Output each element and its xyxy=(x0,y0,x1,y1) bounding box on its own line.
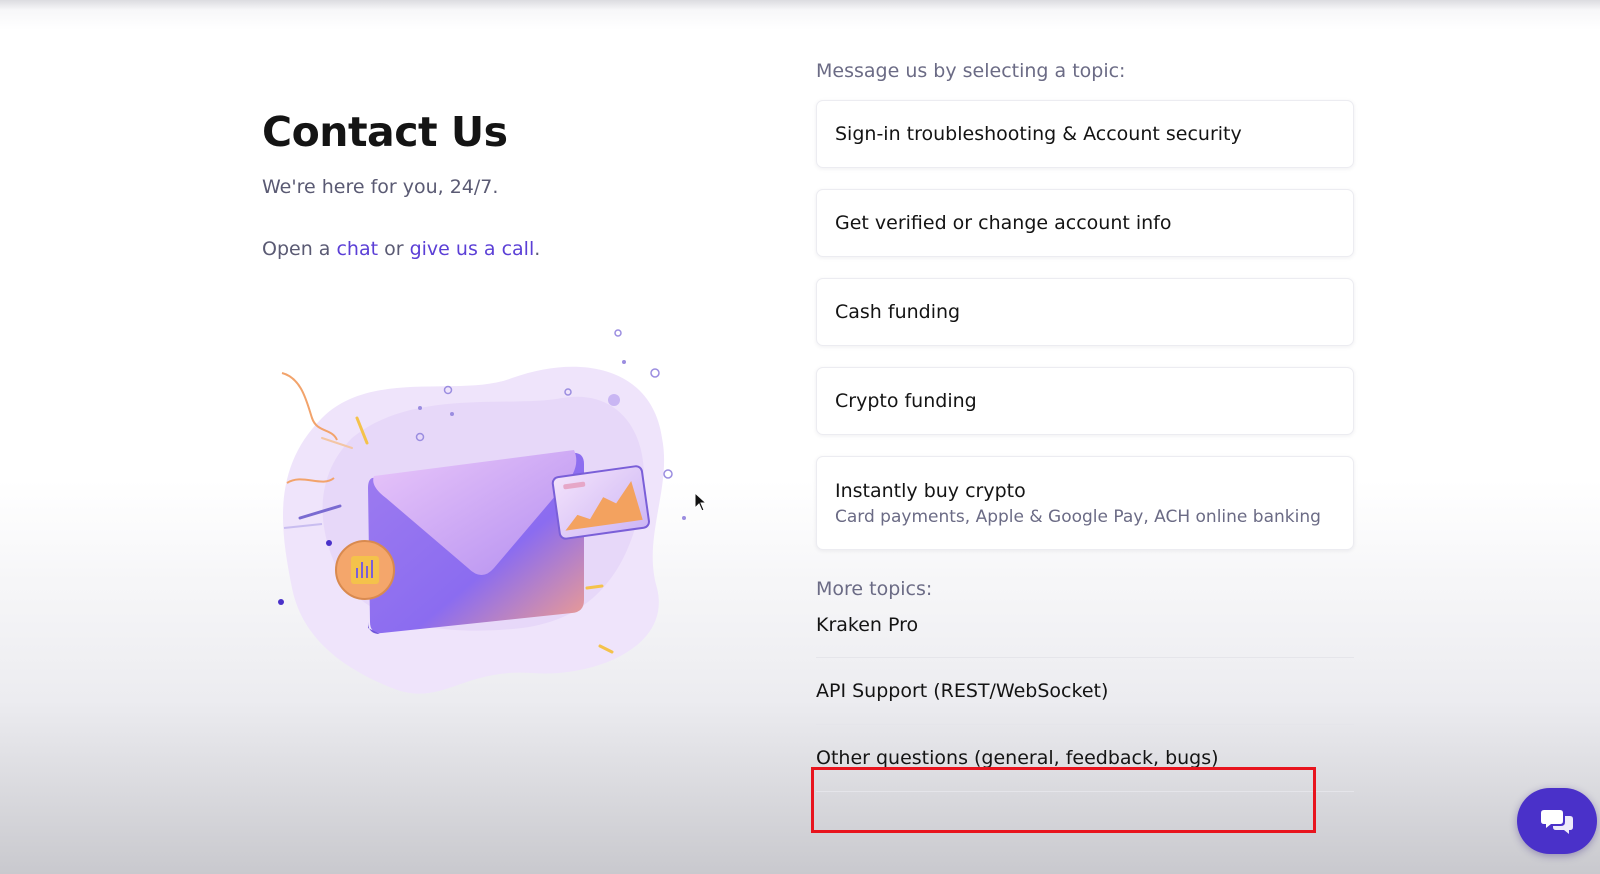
topic-card-title: Crypto funding xyxy=(835,390,977,412)
contact-prefix-text: Open a xyxy=(262,238,337,260)
envelope-illustration xyxy=(278,329,686,694)
contact-middle-text: or xyxy=(378,238,410,260)
topic-card-cash-funding[interactable]: Cash funding xyxy=(816,278,1354,346)
chat-fab-button[interactable] xyxy=(1517,788,1597,854)
more-topic-other-questions[interactable]: Other questions (general, feedback, bugs… xyxy=(816,725,1354,792)
chat-bubbles-icon xyxy=(1541,810,1573,834)
chart-badge xyxy=(335,540,395,600)
call-link[interactable]: give us a call xyxy=(410,238,535,260)
stat-card xyxy=(551,465,650,540)
contact-header: Contact Us We're here for you, 24/7. Ope… xyxy=(262,108,742,260)
page-subtitle: We're here for you, 24/7. xyxy=(262,176,499,198)
more-topic-label: API Support (REST/WebSocket) xyxy=(816,680,1109,702)
topic-cards: Sign-in troubleshooting & Account securi… xyxy=(816,100,1354,550)
topic-card-title: Cash funding xyxy=(835,301,961,323)
topic-card-title: Instantly buy crypto xyxy=(835,479,1026,502)
topic-card-subtitle: Card payments, Apple & Google Pay, ACH o… xyxy=(835,506,1321,527)
topics-label: Message us by selecting a topic: xyxy=(816,60,1126,82)
more-topic-label: Kraken Pro xyxy=(816,614,919,636)
more-topics-list: Kraken Pro API Support (REST/WebSocket) … xyxy=(816,610,1354,792)
more-topic-kraken-pro[interactable]: Kraken Pro xyxy=(816,610,1354,658)
topic-card-title: Get verified or change account info xyxy=(835,212,1172,234)
mouse-cursor-icon xyxy=(694,492,708,512)
contact-options-line: Open a chat or give us a call. xyxy=(262,238,742,260)
more-topics-label: More topics: xyxy=(816,578,933,600)
topic-card-verify[interactable]: Get verified or change account info xyxy=(816,189,1354,257)
chat-link[interactable]: chat xyxy=(336,238,378,260)
contact-suffix-text: . xyxy=(534,238,541,260)
topic-card-title: Sign-in troubleshooting & Account securi… xyxy=(835,123,1242,145)
more-topic-api-support[interactable]: API Support (REST/WebSocket) xyxy=(816,658,1354,725)
topics-panel: Message us by selecting a topic: Sign-in… xyxy=(816,60,1354,792)
topic-card-buy-crypto[interactable]: Instantly buy crypto Card payments, Appl… xyxy=(816,456,1354,550)
page-title: Contact Us xyxy=(262,108,508,156)
more-topic-label: Other questions (general, feedback, bugs… xyxy=(816,747,1219,769)
topic-card-signin[interactable]: Sign-in troubleshooting & Account securi… xyxy=(816,100,1354,168)
topic-card-crypto-funding[interactable]: Crypto funding xyxy=(816,367,1354,435)
